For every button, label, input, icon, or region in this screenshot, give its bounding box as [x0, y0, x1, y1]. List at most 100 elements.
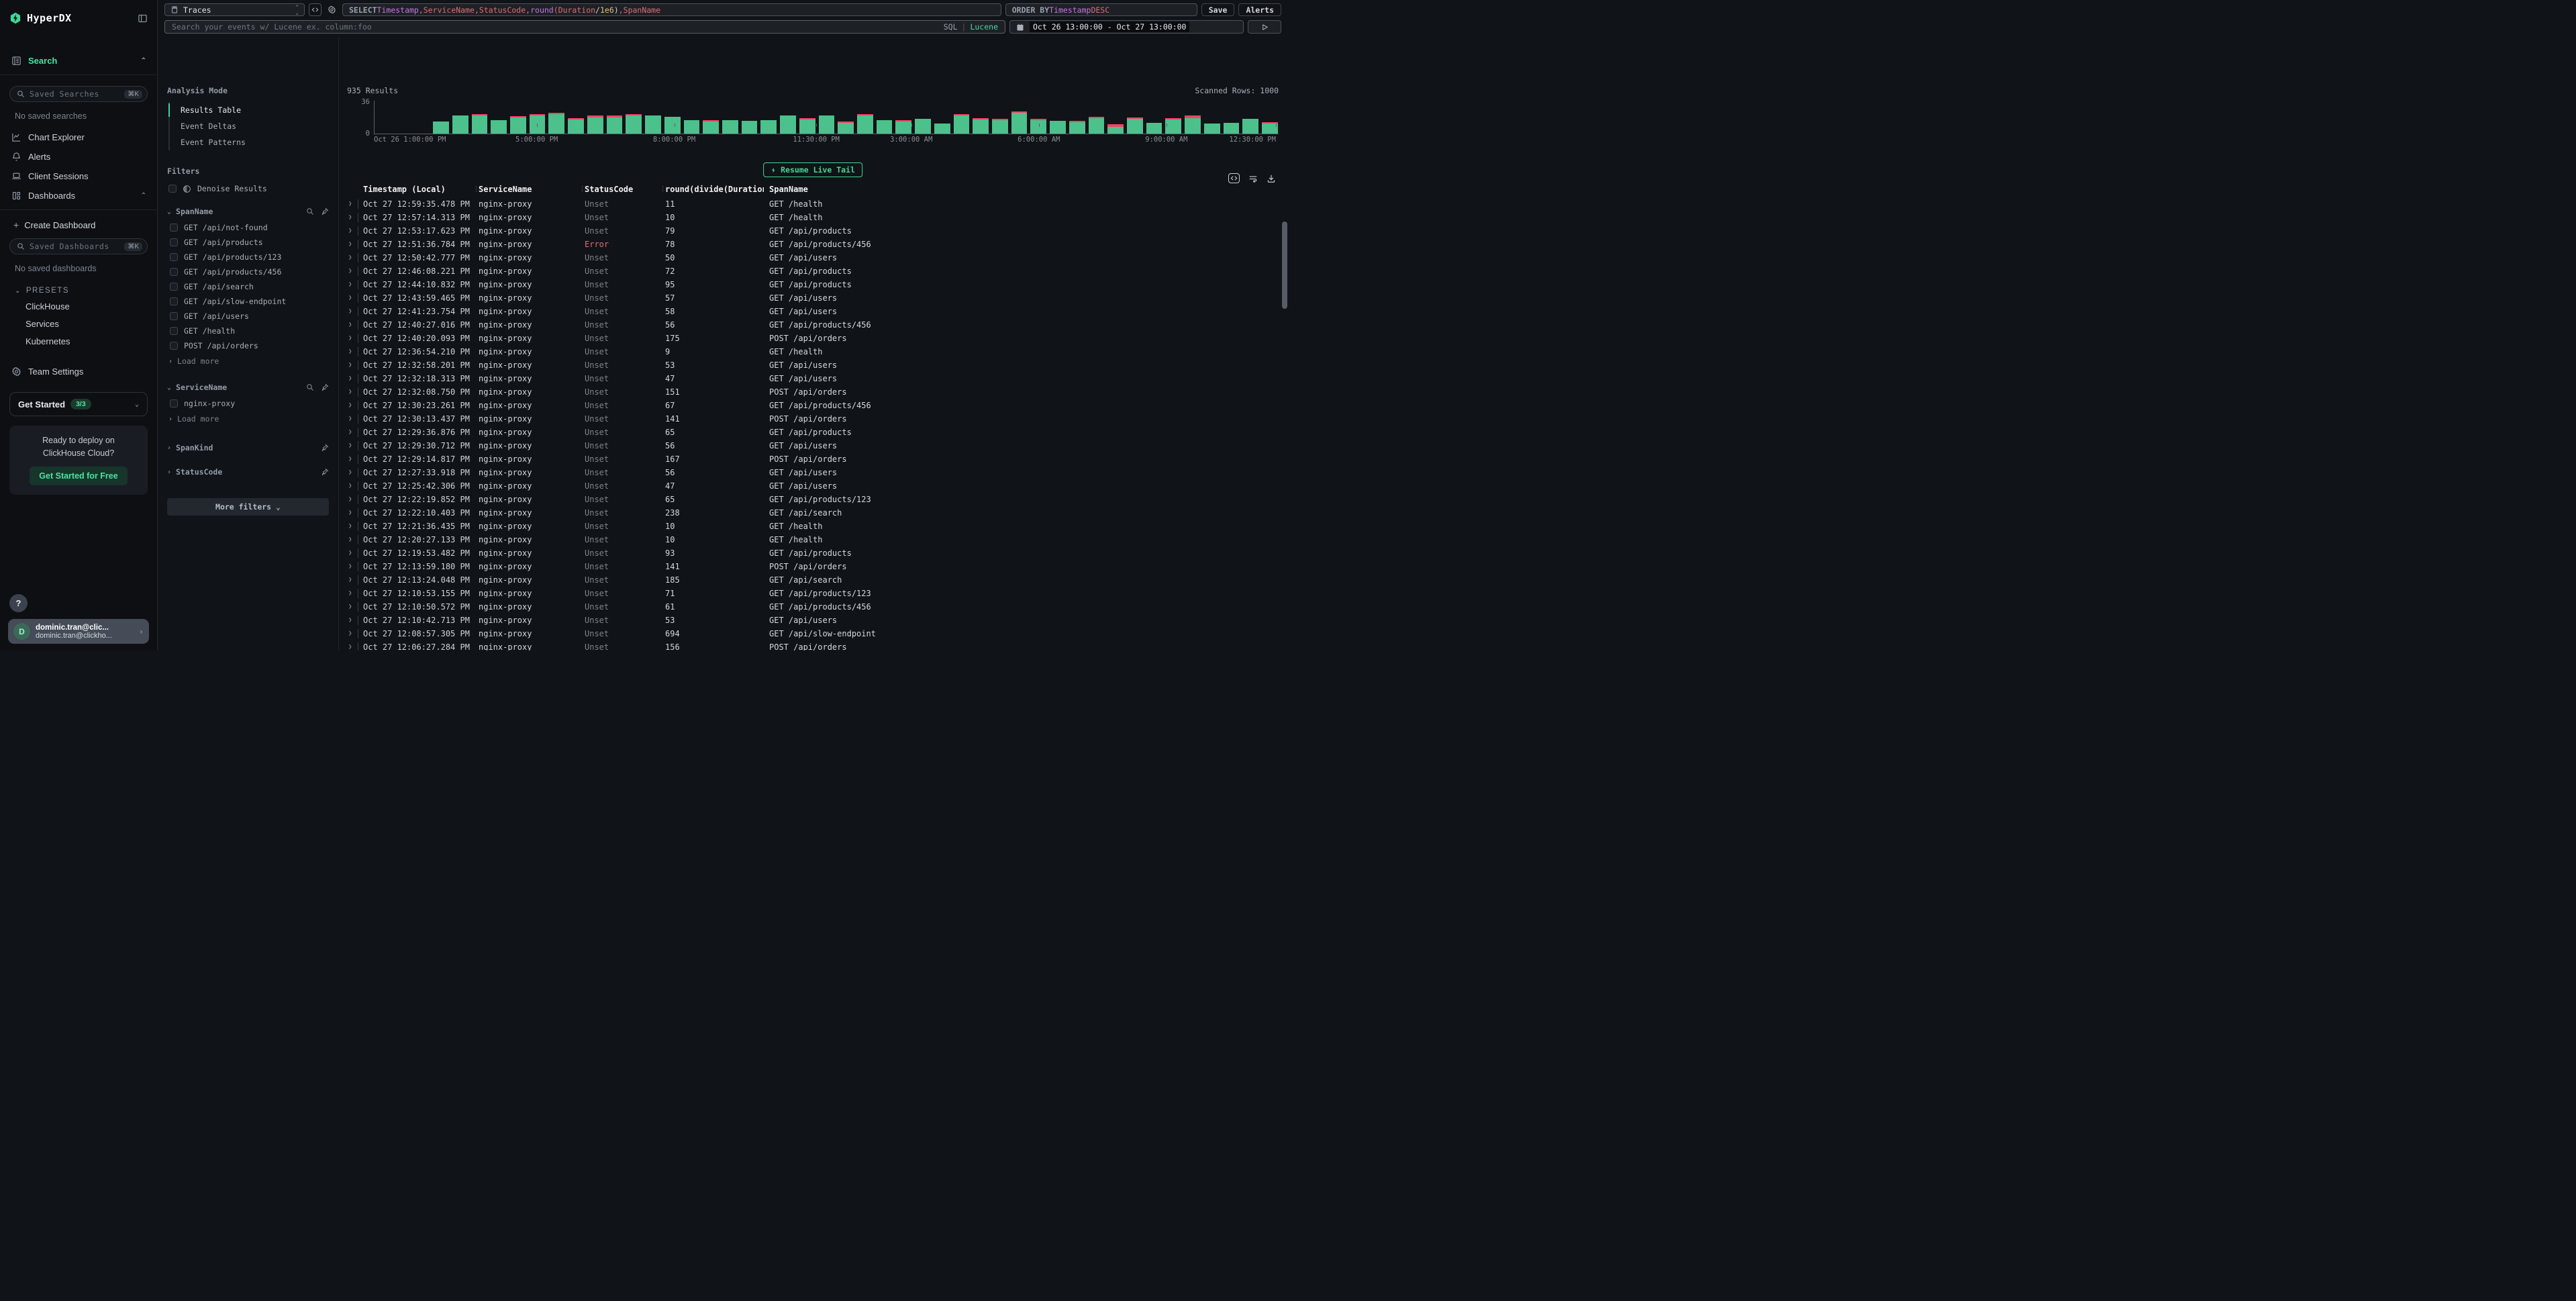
- run-query-button[interactable]: [1248, 20, 1281, 34]
- checkbox[interactable]: [170, 268, 178, 276]
- expand-row-chevron[interactable]: ❯: [347, 536, 358, 543]
- table-row[interactable]: ❯Oct 27 12:40:20.093 PMnginx-proxyUnset1…: [347, 332, 1279, 345]
- pin-icon[interactable]: [321, 207, 329, 215]
- histogram-bar[interactable]: [1224, 101, 1240, 134]
- table-row[interactable]: ❯Oct 27 12:32:58.201 PMnginx-proxyUnset5…: [347, 358, 1279, 372]
- checkbox[interactable]: [170, 297, 178, 305]
- column-header[interactable]: Timestamp (Local): [358, 185, 473, 194]
- histogram-bar[interactable]: [915, 101, 931, 134]
- table-row[interactable]: ❯Oct 27 12:29:14.817 PMnginx-proxyUnset1…: [347, 452, 1279, 466]
- expand-row-chevron[interactable]: ❯: [347, 630, 358, 637]
- expand-row-chevron[interactable]: ❯: [347, 496, 358, 503]
- histogram-bar[interactable]: [548, 101, 564, 134]
- view-source-code-icon[interactable]: [1228, 173, 1240, 183]
- expand-row-chevron[interactable]: ❯: [347, 389, 358, 395]
- pin-icon[interactable]: [321, 383, 329, 391]
- table-row[interactable]: ❯Oct 27 12:43:59.465 PMnginx-proxyUnset5…: [347, 291, 1279, 305]
- histogram-bar[interactable]: [780, 101, 796, 134]
- preset-kubernetes[interactable]: Kubernetes: [8, 332, 149, 350]
- expand-row-chevron[interactable]: ❯: [347, 375, 358, 382]
- expand-row-chevron[interactable]: ❯: [347, 429, 358, 436]
- chevron-up-icon[interactable]: ⌃: [141, 57, 146, 64]
- histogram-bar[interactable]: [664, 101, 681, 134]
- histogram-bar[interactable]: [568, 101, 584, 134]
- select-columns-input[interactable]: SELECT Timestamp,ServiceName,StatusCode,…: [342, 3, 1001, 16]
- mode-results-table[interactable]: Results Table: [170, 102, 329, 118]
- histogram-bar[interactable]: [1262, 101, 1278, 134]
- column-resize-handle[interactable]: ⋮: [660, 186, 666, 193]
- histogram-bar[interactable]: [587, 101, 603, 134]
- histogram-bar[interactable]: [722, 101, 738, 134]
- save-button[interactable]: Save: [1201, 3, 1235, 16]
- more-filters-button[interactable]: More filters ⌄: [167, 498, 329, 516]
- table-row[interactable]: ❯Oct 27 12:29:30.712 PMnginx-proxyUnset5…: [347, 439, 1279, 452]
- expand-row-chevron[interactable]: ❯: [347, 483, 358, 489]
- table-row[interactable]: ❯Oct 27 12:10:53.155 PMnginx-proxyUnset7…: [347, 587, 1279, 600]
- histogram-bar[interactable]: [760, 101, 777, 134]
- checkbox[interactable]: [170, 312, 178, 320]
- filter-value-row[interactable]: GET /api/products: [167, 235, 329, 250]
- table-scrollbar[interactable]: [1282, 203, 1287, 650]
- mode-event-patterns[interactable]: Event Patterns: [170, 134, 329, 150]
- table-row[interactable]: ❯Oct 27 12:53:17.623 PMnginx-proxyUnset7…: [347, 224, 1279, 238]
- filter-value-row[interactable]: GET /api/products/456: [167, 264, 329, 279]
- table-row[interactable]: ❯Oct 27 12:29:36.876 PMnginx-proxyUnset6…: [347, 426, 1279, 439]
- table-row[interactable]: ❯Oct 27 12:13:24.048 PMnginx-proxyUnset1…: [347, 573, 1279, 587]
- checkbox[interactable]: [170, 327, 178, 335]
- filter-search-icon[interactable]: [306, 207, 314, 215]
- histogram-bar[interactable]: [934, 101, 950, 134]
- filter-search-icon[interactable]: [306, 383, 314, 391]
- table-row[interactable]: ❯Oct 27 12:46:08.221 PMnginx-proxyUnset7…: [347, 264, 1279, 278]
- histogram-bar[interactable]: [1107, 101, 1124, 134]
- code-toggle-button[interactable]: [309, 3, 321, 16]
- histogram-bar[interactable]: [433, 101, 449, 134]
- column-header[interactable]: ⋮StatusCode: [579, 185, 660, 194]
- preset-services[interactable]: Services: [8, 315, 149, 332]
- expand-row-chevron[interactable]: ❯: [347, 604, 358, 610]
- table-row[interactable]: ❯Oct 27 12:20:27.133 PMnginx-proxyUnset1…: [347, 533, 1279, 546]
- table-row[interactable]: ❯Oct 27 12:27:33.918 PMnginx-proxyUnset5…: [347, 466, 1279, 479]
- filter-group-header[interactable]: › SpanKind: [167, 439, 329, 456]
- table-row[interactable]: ❯Oct 27 12:32:08.750 PMnginx-proxyUnset1…: [347, 385, 1279, 399]
- sidebar-item-search[interactable]: Search ⌃: [8, 51, 149, 70]
- mode-event-deltas[interactable]: Event Deltas: [170, 118, 329, 134]
- histogram-bar[interactable]: [1089, 101, 1105, 134]
- filter-value-row[interactable]: nginx-proxy: [167, 396, 329, 411]
- expand-row-chevron[interactable]: ❯: [347, 254, 358, 261]
- table-row[interactable]: ❯Oct 27 12:06:27.284 PMnginx-proxyUnset1…: [347, 640, 1279, 650]
- expand-row-chevron[interactable]: ❯: [347, 442, 358, 449]
- expand-row-chevron[interactable]: ❯: [347, 617, 358, 624]
- table-row[interactable]: ❯Oct 27 12:25:42.306 PMnginx-proxyUnset4…: [347, 479, 1279, 493]
- column-resize-handle[interactable]: ⋮: [473, 186, 479, 193]
- expand-row-chevron[interactable]: ❯: [347, 335, 358, 342]
- get-started-free-button[interactable]: Get Started for Free: [30, 467, 127, 485]
- lucene-search-input[interactable]: Search your events w/ Lucene ex. column:…: [164, 20, 1005, 34]
- histogram-bar[interactable]: [895, 101, 911, 134]
- histogram-bar[interactable]: [954, 101, 970, 134]
- table-row[interactable]: ❯Oct 27 12:22:10.403 PMnginx-proxyUnset2…: [347, 506, 1279, 520]
- filter-group-header[interactable]: ⌄ SpanName: [167, 203, 329, 220]
- table-row[interactable]: ❯Oct 27 12:51:36.784 PMnginx-proxyError7…: [347, 238, 1279, 251]
- sidebar-item-client-sessions[interactable]: Client Sessions: [8, 166, 149, 186]
- checkbox[interactable]: [170, 342, 178, 350]
- column-resize-handle[interactable]: ⋮: [579, 186, 585, 193]
- help-button[interactable]: ?: [9, 594, 28, 612]
- source-settings-gear-icon[interactable]: [326, 3, 338, 16]
- checkbox[interactable]: [170, 399, 178, 407]
- filter-value-row[interactable]: GET /api/not-found: [167, 220, 329, 235]
- histogram-bar[interactable]: [645, 101, 661, 134]
- table-row[interactable]: ❯Oct 27 12:40:27.016 PMnginx-proxyUnset5…: [347, 318, 1279, 332]
- expand-row-chevron[interactable]: ❯: [347, 214, 358, 221]
- histogram-bar[interactable]: [838, 101, 854, 134]
- sidebar-item-chart-explorer[interactable]: Chart Explorer: [8, 128, 149, 147]
- pin-icon[interactable]: [321, 468, 329, 476]
- expand-row-chevron[interactable]: ❯: [347, 590, 358, 597]
- filter-value-row[interactable]: GET /api/slow-endpoint: [167, 294, 329, 309]
- saved-searches-input[interactable]: Saved Searches ⌘K: [9, 86, 148, 102]
- column-header[interactable]: SpanName: [764, 185, 1279, 194]
- histogram-bar[interactable]: [530, 101, 546, 134]
- column-header[interactable]: ⋮round(divide(Duration,: [660, 185, 764, 194]
- expand-row-chevron[interactable]: ❯: [347, 322, 358, 328]
- histogram-bar[interactable]: [607, 101, 623, 134]
- expand-row-chevron[interactable]: ❯: [347, 362, 358, 369]
